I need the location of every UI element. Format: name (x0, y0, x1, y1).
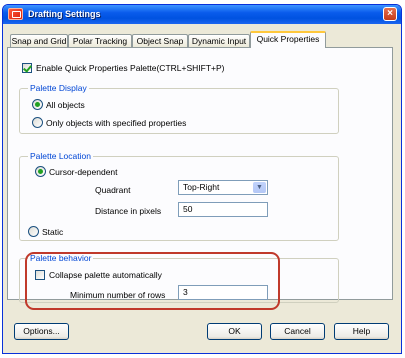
options-button[interactable]: Options... (14, 323, 69, 340)
all-objects-radio[interactable] (32, 99, 43, 110)
quadrant-select[interactable]: Top-Right ▼ (178, 180, 268, 195)
enable-quick-properties-label: Enable Quick Properties Palette(CTRL+SHI… (36, 63, 225, 73)
quadrant-value: Top-Right (183, 182, 220, 192)
cancel-button[interactable]: Cancel (270, 323, 325, 340)
enable-quick-properties-checkbox[interactable] (22, 63, 32, 73)
chevron-down-icon[interactable]: ▼ (253, 182, 266, 193)
palette-location-title: Palette Location (28, 151, 93, 161)
all-objects-label: All objects (46, 100, 85, 110)
static-radio[interactable] (28, 226, 39, 237)
cursor-dependent-radio[interactable] (35, 166, 46, 177)
specified-properties-label: Only objects with specified properties (46, 118, 187, 128)
specified-properties-radio[interactable] (32, 117, 43, 128)
cursor-dependent-label: Cursor-dependent (49, 167, 118, 177)
ok-button[interactable]: OK (207, 323, 262, 340)
distance-input[interactable]: 50 (178, 202, 268, 217)
static-label: Static (42, 227, 64, 237)
highlight-annotation (25, 252, 280, 310)
distance-label: Distance in pixels (95, 206, 162, 216)
help-button[interactable]: Help (334, 323, 389, 340)
quadrant-label: Quadrant (95, 185, 131, 195)
palette-display-title: Palette Display (28, 83, 89, 93)
